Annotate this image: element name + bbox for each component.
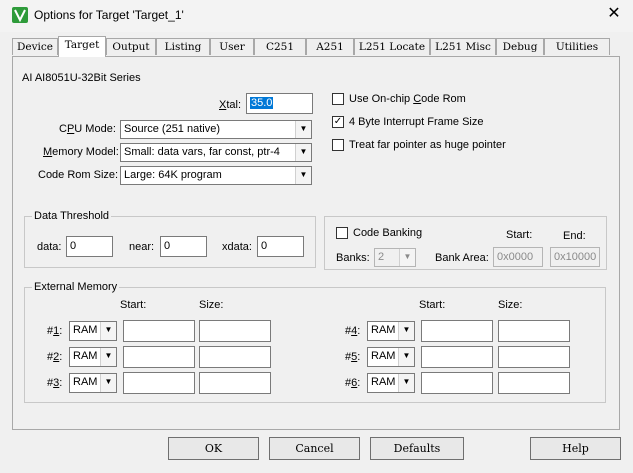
tab-l251-locate[interactable]: L251 Locate: [354, 38, 430, 55]
onchip-code-rom-checkbox[interactable]: [332, 93, 344, 105]
ext-mem-label-2: #2:: [47, 351, 63, 363]
chevron-down-icon: ▼: [100, 374, 116, 392]
help-button[interactable]: Help: [530, 437, 621, 460]
chevron-down-icon: ▼: [100, 322, 116, 340]
ext-mem-start-1[interactable]: [123, 320, 195, 342]
cpu-mode-select[interactable]: Source (251 native) ▼: [120, 120, 312, 139]
near-label: near:: [129, 241, 155, 253]
xtal-label: Xtal:: [219, 99, 242, 111]
tab-target[interactable]: Target: [58, 36, 106, 57]
chevron-down-icon: ▼: [398, 374, 414, 392]
tab-utilities[interactable]: Utilities: [544, 38, 610, 55]
xtal-input[interactable]: 35.0: [246, 93, 313, 114]
data-threshold-title: Data Threshold: [32, 210, 112, 222]
code-rom-size-select[interactable]: Large: 64K program ▼: [120, 166, 312, 185]
bank-start-input[interactable]: 0x0000: [493, 247, 543, 267]
far-pointer-checkbox[interactable]: [332, 139, 344, 151]
onchip-code-rom-label: Use On-chip Code Rom: [349, 93, 466, 105]
banks-label: Banks:: [336, 252, 370, 264]
ext-mem-start-4[interactable]: [421, 320, 493, 342]
cpu-mode-label: CPU Mode:: [59, 123, 116, 135]
bank-area-label: Bank Area:: [435, 252, 489, 264]
external-memory-title: External Memory: [32, 281, 120, 293]
ok-button[interactable]: OK: [168, 437, 259, 460]
ext-mem-size-5[interactable]: [498, 346, 570, 368]
ext-start-label-right: Start:: [419, 299, 446, 311]
ext-mem-start-6[interactable]: [421, 372, 493, 394]
data-input[interactable]: 0: [66, 236, 113, 257]
ext-size-label-right: Size:: [498, 299, 523, 311]
code-banking-checkbox[interactable]: [336, 227, 348, 239]
ext-mem-label-3: #3:: [47, 377, 63, 389]
bank-end-label: End:: [563, 230, 586, 242]
ext-mem-type-1[interactable]: RAM ▼: [69, 321, 117, 341]
ext-mem-start-5[interactable]: [421, 346, 493, 368]
ext-mem-label-1: #1:: [47, 325, 63, 337]
xdata-label: xdata:: [222, 241, 252, 253]
chevron-down-icon: ▼: [295, 167, 311, 184]
ext-mem-type-5[interactable]: RAM ▼: [367, 347, 415, 367]
window-title: Options for Target 'Target_1': [34, 8, 184, 22]
data-label: data:: [37, 241, 62, 253]
interrupt-frame-checkbox[interactable]: ✓: [332, 116, 344, 128]
ext-mem-size-4[interactable]: [498, 320, 570, 342]
memory-model-label: Memory Model:: [43, 146, 119, 158]
tab-device[interactable]: Device: [12, 38, 58, 55]
chevron-down-icon: ▼: [295, 144, 311, 161]
ext-mem-size-3[interactable]: [199, 372, 271, 394]
ext-mem-label-4: #4:: [345, 325, 361, 337]
bank-end-input[interactable]: 0x10000: [550, 247, 600, 267]
tab-a251[interactable]: A251: [306, 38, 354, 55]
tab-debug[interactable]: Debug: [496, 38, 544, 55]
ext-size-label-left: Size:: [199, 299, 224, 311]
ext-mem-start-3[interactable]: [123, 372, 195, 394]
tab-l251-misc[interactable]: L251 Misc: [430, 38, 496, 55]
chevron-down-icon: ▼: [398, 322, 414, 340]
interrupt-frame-label: 4 Byte Interrupt Frame Size: [349, 116, 484, 128]
memory-model-select[interactable]: Small: data vars, far const, ptr-4 ▼: [120, 143, 312, 162]
ext-start-label-left: Start:: [120, 299, 147, 311]
chevron-down-icon: ▼: [100, 348, 116, 366]
ext-mem-type-3[interactable]: RAM ▼: [69, 373, 117, 393]
ext-mem-size-1[interactable]: [199, 320, 271, 342]
ext-mem-size-6[interactable]: [498, 372, 570, 394]
app-icon: [12, 7, 28, 23]
ext-mem-type-6[interactable]: RAM ▼: [367, 373, 415, 393]
close-icon[interactable]: ✕: [604, 4, 624, 24]
tab-listing[interactable]: Listing: [156, 38, 210, 55]
xdata-input[interactable]: 0: [257, 236, 304, 257]
tab-c251[interactable]: C251: [254, 38, 306, 55]
cancel-button[interactable]: Cancel: [269, 437, 360, 460]
ext-mem-start-2[interactable]: [123, 346, 195, 368]
device-name: AI AI8051U-32Bit Series: [22, 72, 141, 84]
chevron-down-icon: ▼: [399, 249, 415, 266]
code-rom-size-label: Code Rom Size:: [38, 169, 119, 181]
far-pointer-label: Treat far pointer as huge pointer: [349, 139, 506, 151]
ext-mem-type-2[interactable]: RAM ▼: [69, 347, 117, 367]
ext-mem-type-4[interactable]: RAM ▼: [367, 321, 415, 341]
ext-mem-label-5: #5:: [345, 351, 361, 363]
ext-mem-size-2[interactable]: [199, 346, 271, 368]
chevron-down-icon: ▼: [398, 348, 414, 366]
tab-user[interactable]: User: [210, 38, 254, 55]
defaults-button[interactable]: Defaults: [370, 437, 464, 460]
tab-output[interactable]: Output: [106, 38, 156, 55]
bank-start-label: Start:: [506, 229, 533, 241]
code-banking-label: Code Banking: [353, 227, 423, 239]
chevron-down-icon: ▼: [295, 121, 311, 138]
ext-mem-label-6: #6:: [345, 377, 361, 389]
banks-select[interactable]: 2 ▼: [374, 248, 416, 267]
near-input[interactable]: 0: [160, 236, 207, 257]
